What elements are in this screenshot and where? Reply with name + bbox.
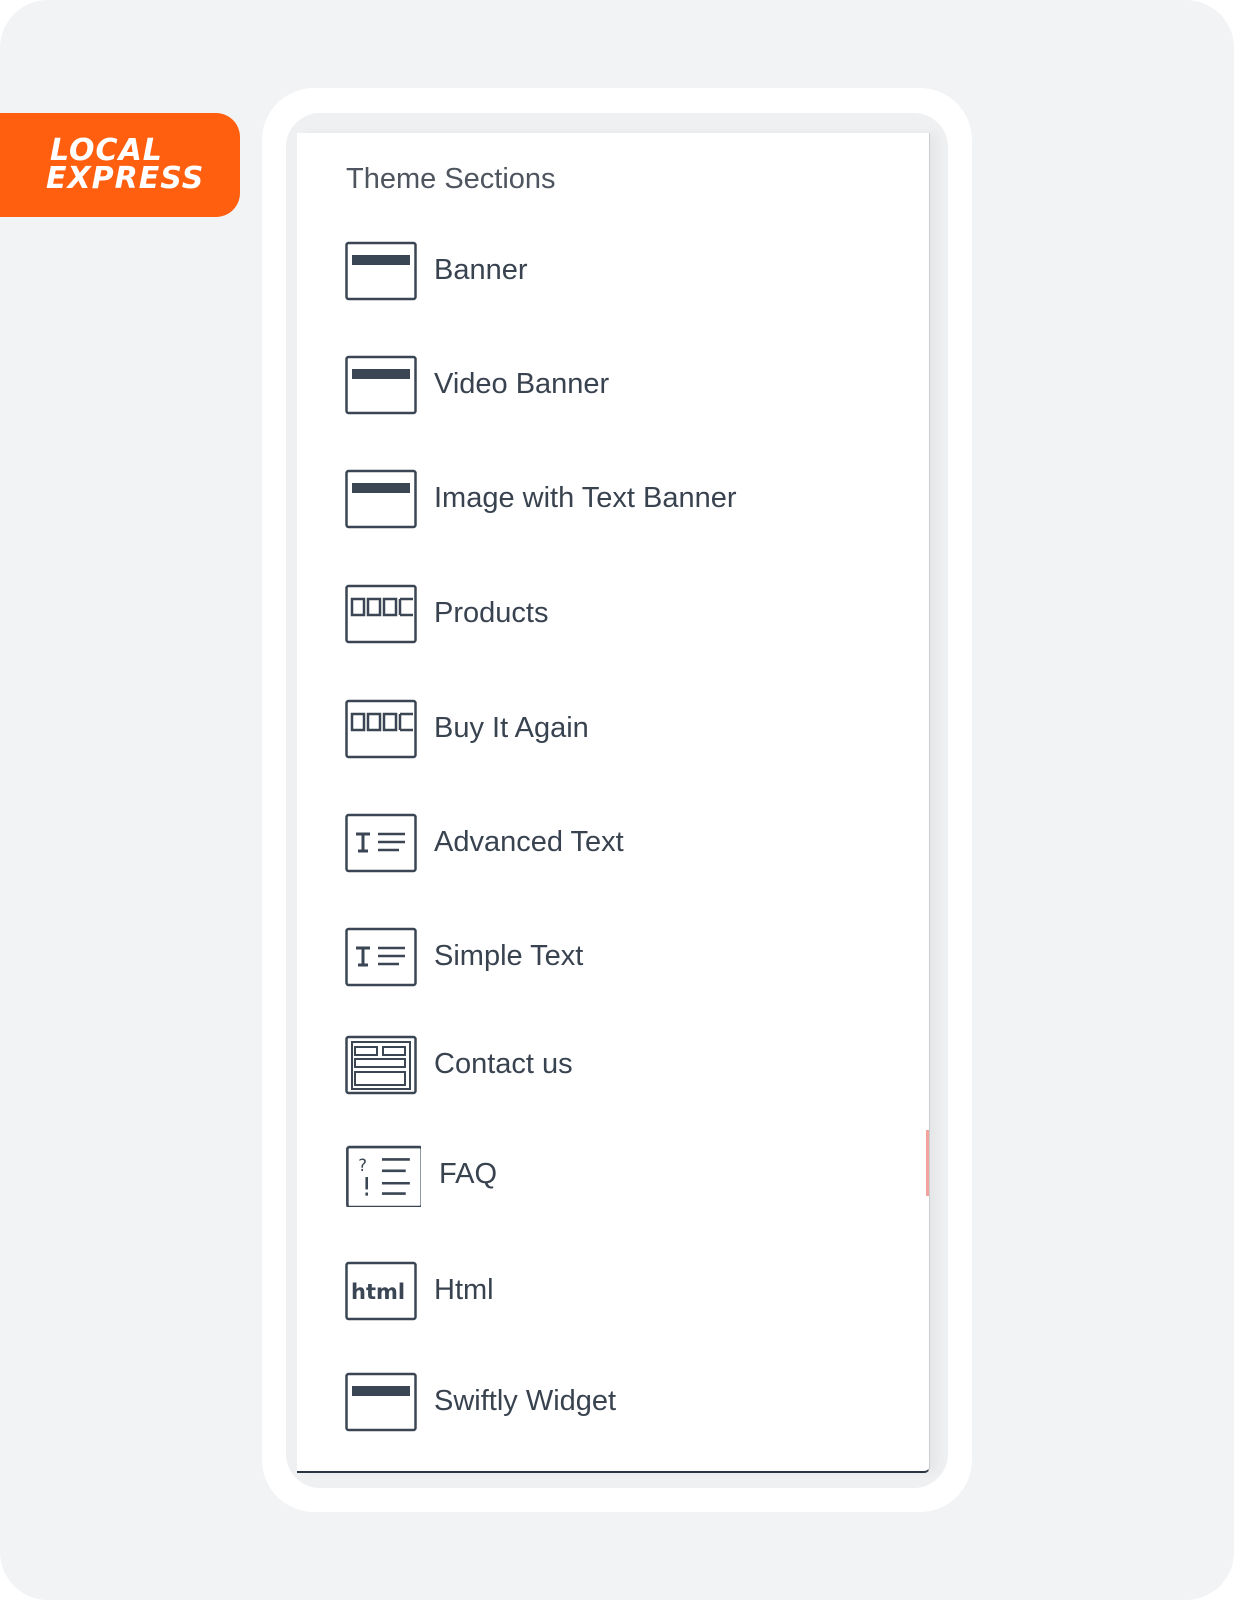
section-item-banner[interactable]: Banner <box>345 241 905 305</box>
section-item-products[interactable]: Products <box>345 584 905 648</box>
section-item-image-with-text-banner[interactable]: Image with Text Banner <box>345 469 905 533</box>
image-text-banner-icon <box>345 469 417 529</box>
contact-form-icon <box>345 1035 417 1095</box>
products-grid-icon <box>345 584 417 644</box>
section-item-video-banner[interactable]: Video Banner <box>345 355 905 419</box>
text-icon <box>345 813 417 873</box>
section-item-label: Html <box>434 1274 494 1306</box>
faq-icon: ? <box>346 1145 421 1207</box>
section-item-label: Contact us <box>434 1048 573 1080</box>
section-item-label: Banner <box>434 254 528 286</box>
section-item-label: FAQ <box>439 1158 498 1190</box>
video-banner-icon <box>345 355 417 415</box>
html-icon: html <box>345 1261 417 1321</box>
svg-text:?: ? <box>358 1156 367 1175</box>
logo-text-line2: EXPRESS <box>46 161 205 196</box>
section-item-simple-text[interactable]: Simple Text <box>345 927 905 991</box>
buy-again-grid-icon <box>345 699 417 759</box>
section-item-label: Video Banner <box>434 368 610 400</box>
banner-icon <box>345 241 417 301</box>
section-item-advanced-text[interactable]: Advanced Text <box>345 813 905 877</box>
text-icon <box>345 927 417 987</box>
section-item-html[interactable]: html Html <box>345 1261 905 1325</box>
canvas-background: LOCAL EXPRESS Theme Sections Banner Vide… <box>0 0 1234 1600</box>
section-item-faq[interactable]: ? FAQ <box>345 1145 905 1209</box>
section-item-label: Swiftly Widget <box>434 1385 617 1417</box>
panel-title: Theme Sections <box>346 163 556 195</box>
section-item-label: Advanced Text <box>434 826 624 858</box>
section-item-label: Image with Text Banner <box>434 482 737 514</box>
section-item-swiftly-widget[interactable]: Swiftly Widget <box>345 1372 905 1436</box>
theme-sections-panel: Theme Sections Banner Video Banner Image… <box>297 133 930 1473</box>
section-item-label: Buy It Again <box>434 712 589 744</box>
section-item-label: Products <box>434 597 549 629</box>
svg-text:html: html <box>351 1280 405 1304</box>
section-item-contact-us[interactable]: Contact us <box>345 1035 905 1099</box>
brand-logo: LOCAL EXPRESS <box>0 113 240 217</box>
section-item-label: Simple Text <box>434 940 584 972</box>
drop-indicator <box>926 1130 929 1196</box>
section-item-buy-it-again[interactable]: Buy It Again <box>345 699 905 763</box>
widget-banner-icon <box>345 1372 417 1432</box>
